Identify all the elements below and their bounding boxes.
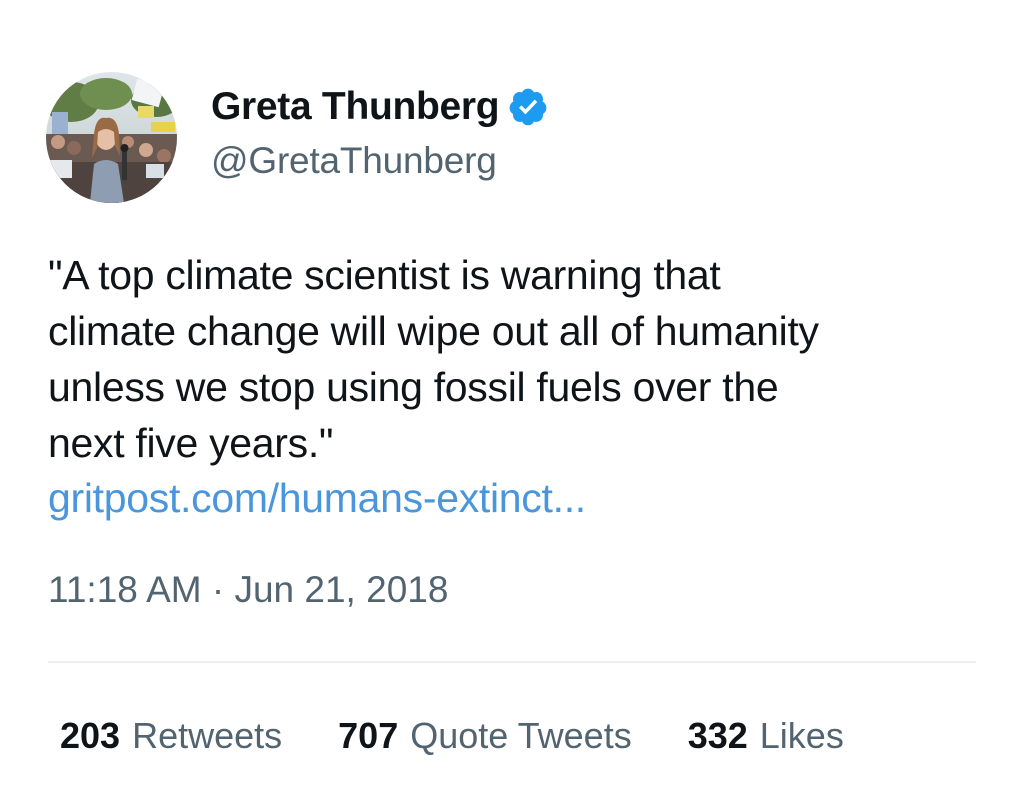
tweet-text: "A top climate scientist is warning that… [48, 247, 988, 471]
author-handle[interactable]: @GretaThunberg [211, 140, 497, 182]
tweet-link[interactable]: gritpost.com/humans-extinct... [48, 470, 586, 526]
likes-stat[interactable]: 332 Likes [688, 715, 844, 757]
verified-badge-icon [507, 86, 549, 128]
quote-tweets-stat[interactable]: 707 Quote Tweets [338, 715, 632, 757]
tweet-text-line: climate change will wipe out all of huma… [48, 308, 819, 354]
author-display-name[interactable]: Greta Thunberg [211, 85, 500, 129]
quote-tweets-count: 707 [338, 715, 399, 756]
retweets-count: 203 [60, 715, 121, 756]
engagement-stats: 203 Retweets 707 Quote Tweets 332 Likes [60, 712, 844, 760]
retweets-stat[interactable]: 203 Retweets [60, 715, 282, 757]
quote-tweets-label: Quote Tweets [410, 715, 632, 756]
avatar[interactable] [46, 72, 177, 203]
tweet-card: Greta Thunberg @GretaThunberg "A top cli… [0, 0, 1024, 806]
likes-count: 332 [687, 715, 748, 756]
retweets-label: Retweets [132, 715, 283, 756]
divider [48, 661, 976, 663]
avatar-photo [46, 72, 177, 203]
tweet-text-line: next five years." [48, 420, 334, 466]
tweet-timestamp[interactable]: 11:18 AM · Jun 21, 2018 [48, 566, 448, 614]
author-name-row[interactable]: Greta Thunberg [211, 82, 549, 132]
tweet-text-line: "A top climate scientist is warning that [48, 252, 721, 298]
tweet-text-line: unless we stop using fossil fuels over t… [48, 364, 779, 410]
likes-label: Likes [759, 715, 844, 756]
